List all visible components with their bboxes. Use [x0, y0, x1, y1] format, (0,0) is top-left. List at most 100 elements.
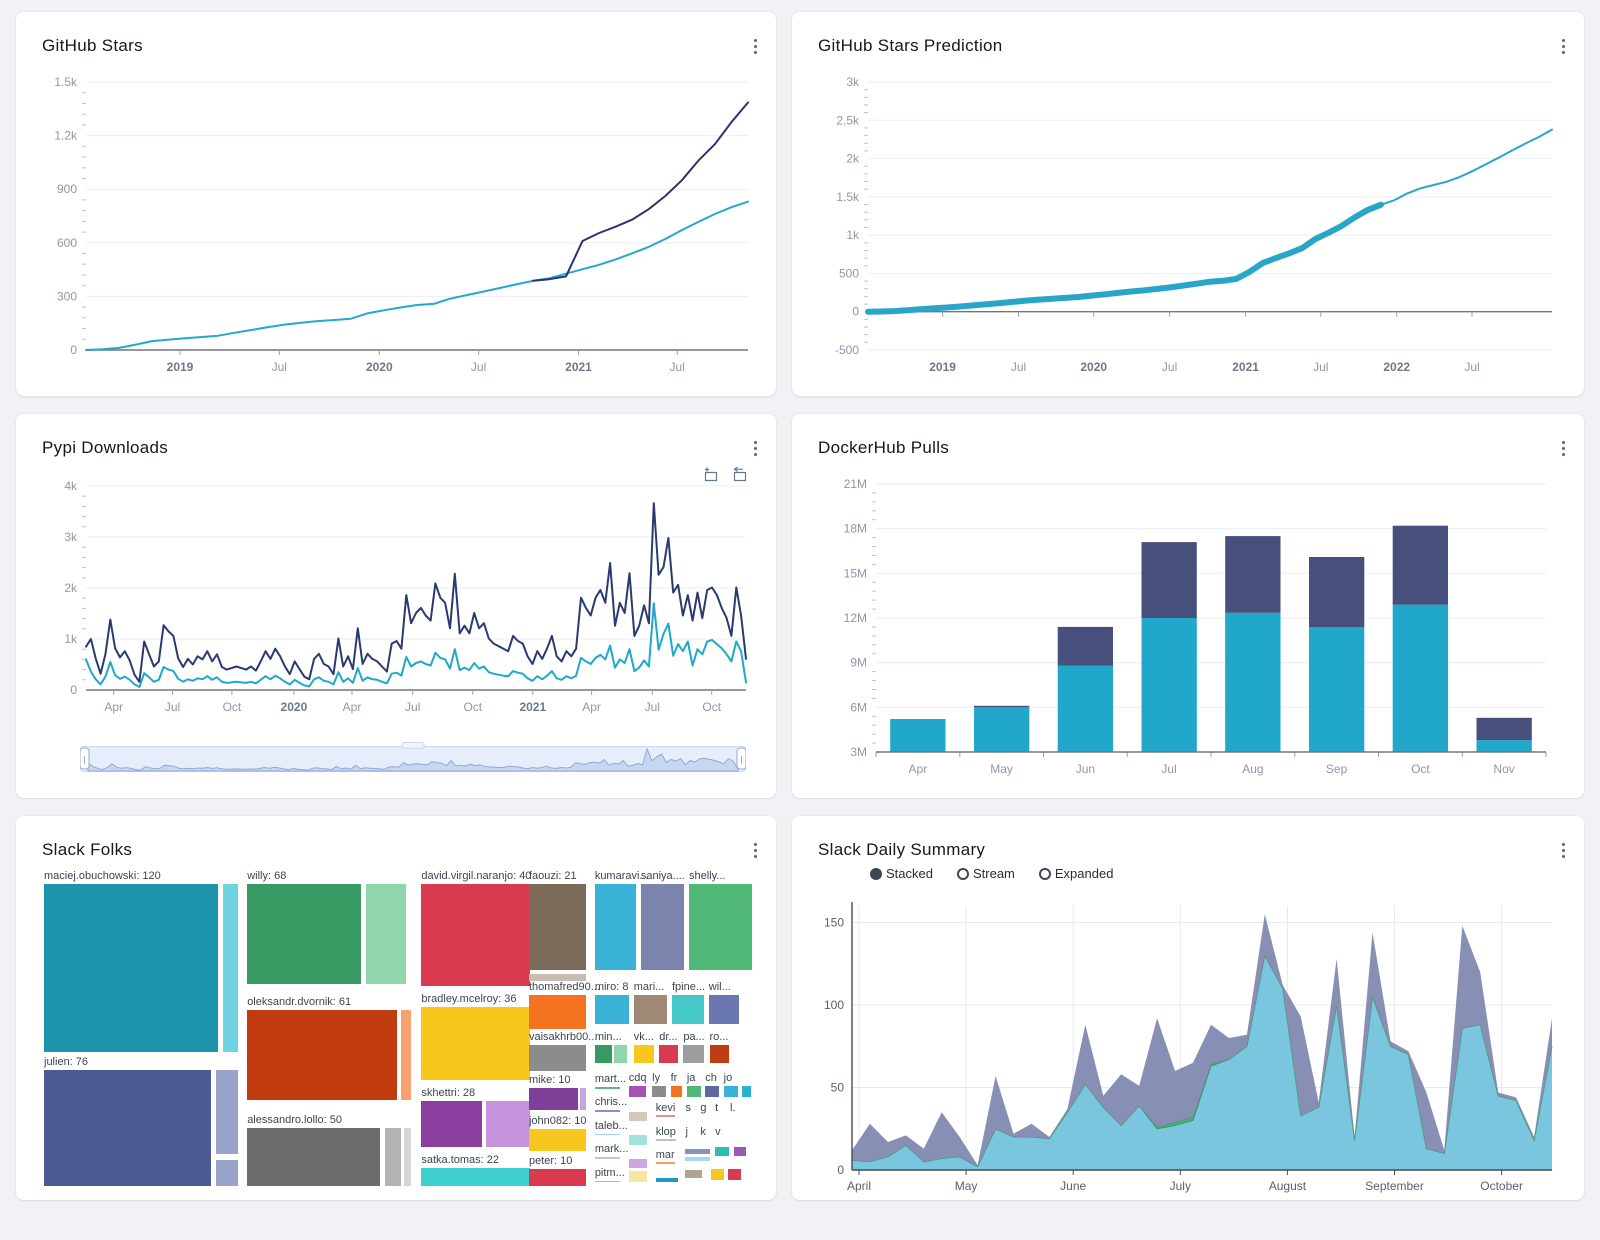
treemap-cell[interactable] [44, 1070, 211, 1186]
treemap-cell[interactable] [634, 1045, 654, 1063]
treemap-cell[interactable] [580, 1088, 586, 1109]
treemap-cell[interactable] [595, 1045, 612, 1063]
treemap-cell[interactable] [421, 884, 529, 986]
treemap-cell[interactable] [366, 884, 406, 984]
treemap-cell[interactable] [247, 1010, 396, 1100]
bar-aug-top[interactable] [1225, 536, 1280, 613]
bar-apr-top[interactable] [890, 719, 945, 720]
treemap-cell[interactable] [44, 884, 218, 1053]
treemap-mini-label[interactable]: klop [656, 1126, 676, 1141]
treemap-cell[interactable] [595, 884, 636, 970]
data-zoom-slider[interactable] [80, 742, 746, 776]
treemap-cell[interactable] [223, 884, 238, 1053]
treemap-cell[interactable] [529, 1169, 586, 1186]
treemap-cell[interactable] [656, 1178, 679, 1182]
bar-nov-bottom[interactable] [1477, 740, 1532, 752]
treemap-cell[interactable] [715, 1147, 729, 1157]
bar-oct-bottom[interactable] [1393, 605, 1448, 752]
slider-handle[interactable] [80, 748, 89, 769]
treemap-cell[interactable] [734, 1147, 747, 1157]
treemap-cell[interactable] [529, 1088, 578, 1109]
treemap-cell[interactable] [629, 1171, 647, 1181]
treemap-cell[interactable] [401, 1010, 411, 1100]
panel-menu-button[interactable] [1557, 436, 1570, 461]
treemap-cell[interactable] [421, 1101, 481, 1147]
treemap-cell[interactable] [216, 1160, 238, 1186]
treemap-cell[interactable] [529, 1129, 586, 1151]
treemap-cell[interactable] [689, 884, 752, 970]
treemap-cell[interactable] [683, 1045, 704, 1063]
bar-nov-top[interactable] [1477, 718, 1532, 740]
treemap-cell[interactable] [421, 1168, 529, 1186]
treemap-cell[interactable] [529, 1045, 586, 1070]
panel-menu-button[interactable] [749, 838, 762, 863]
treemap-cell[interactable] [595, 1157, 620, 1159]
treemap-mini-label[interactable]: g [700, 1102, 706, 1114]
treemap-cell[interactable] [629, 1159, 647, 1169]
treemap-cell[interactable] [247, 884, 361, 984]
treemap-cell[interactable] [629, 1112, 647, 1122]
treemap-cell[interactable] [595, 1181, 620, 1183]
treemap-mini-label[interactable]: t [715, 1102, 718, 1114]
bar-may-bottom[interactable] [974, 707, 1029, 752]
bar-jul-top[interactable] [1142, 542, 1197, 618]
slider-handle[interactable] [737, 748, 746, 769]
treemap-cell[interactable] [742, 1086, 750, 1097]
treemap-cell[interactable] [685, 1157, 709, 1161]
treemap-cell[interactable] [629, 1086, 647, 1097]
treemap-mini-label[interactable]: j [685, 1126, 687, 1138]
bar-sep-top[interactable] [1309, 557, 1364, 627]
treemap-cell[interactable] [595, 995, 629, 1025]
treemap-cell[interactable] [595, 1087, 620, 1089]
treemap-cell[interactable] [216, 1070, 238, 1154]
treemap-cell[interactable] [687, 1086, 701, 1097]
treemap-mini-label[interactable]: l. [730, 1102, 736, 1114]
legend-item-expanded[interactable]: Expanded [1039, 866, 1114, 881]
treemap-cell[interactable] [652, 1086, 666, 1097]
treemap-cell[interactable] [671, 1086, 682, 1097]
bar-oct-top[interactable] [1393, 526, 1448, 605]
bar-jun-top[interactable] [1058, 627, 1113, 666]
treemap-cell[interactable] [529, 995, 586, 1029]
treemap-cell[interactable] [247, 1128, 380, 1186]
treemap-cell[interactable] [711, 1169, 724, 1180]
treemap-mini-label[interactable]: kevi [656, 1102, 676, 1117]
treemap-cell[interactable] [724, 1086, 738, 1097]
treemap-mini-label[interactable]: v [715, 1126, 721, 1138]
legend-item-stacked[interactable]: Stacked [870, 866, 933, 881]
bar-jul-bottom[interactable] [1142, 618, 1197, 752]
treemap-cell[interactable] [529, 884, 586, 970]
treemap-cell[interactable] [595, 1134, 620, 1136]
treemap-cell[interactable] [685, 1170, 702, 1178]
bar-may-top[interactable] [974, 706, 1029, 708]
bar-sep-bottom[interactable] [1309, 627, 1364, 752]
treemap-cell[interactable] [728, 1169, 741, 1180]
treemap-mini-label[interactable]: mar [656, 1149, 675, 1164]
panel-menu-button[interactable] [1557, 34, 1570, 59]
treemap-mini-label[interactable]: s [685, 1102, 691, 1114]
bar-apr-bottom[interactable] [890, 720, 945, 752]
treemap-cell[interactable] [595, 1110, 620, 1112]
panel-menu-button[interactable] [749, 34, 762, 59]
treemap-cell[interactable] [404, 1128, 410, 1186]
bar-jun-bottom[interactable] [1058, 666, 1113, 752]
treemap-cell[interactable] [641, 884, 684, 970]
treemap-cell[interactable] [710, 1045, 729, 1063]
treemap-cell[interactable] [709, 995, 739, 1025]
treemap-cell[interactable] [421, 1007, 529, 1080]
slider-grip[interactable] [402, 743, 424, 749]
legend-item-stream[interactable]: Stream [957, 866, 1015, 881]
treemap-cell[interactable] [634, 995, 667, 1025]
treemap-cell[interactable] [672, 995, 704, 1025]
treemap-cell[interactable] [614, 1045, 627, 1063]
treemap-cell[interactable] [486, 1101, 530, 1147]
bar-aug-bottom[interactable] [1225, 613, 1280, 752]
treemap-mini-label[interactable]: k [700, 1126, 706, 1138]
treemap-cell[interactable] [385, 1128, 401, 1186]
panel-menu-button[interactable] [749, 436, 762, 461]
panel-menu-button[interactable] [1557, 838, 1570, 863]
treemap-cell[interactable] [705, 1086, 719, 1097]
treemap-cell[interactable] [685, 1149, 709, 1153]
treemap-cell[interactable] [659, 1045, 677, 1063]
treemap-cell[interactable] [629, 1135, 647, 1145]
